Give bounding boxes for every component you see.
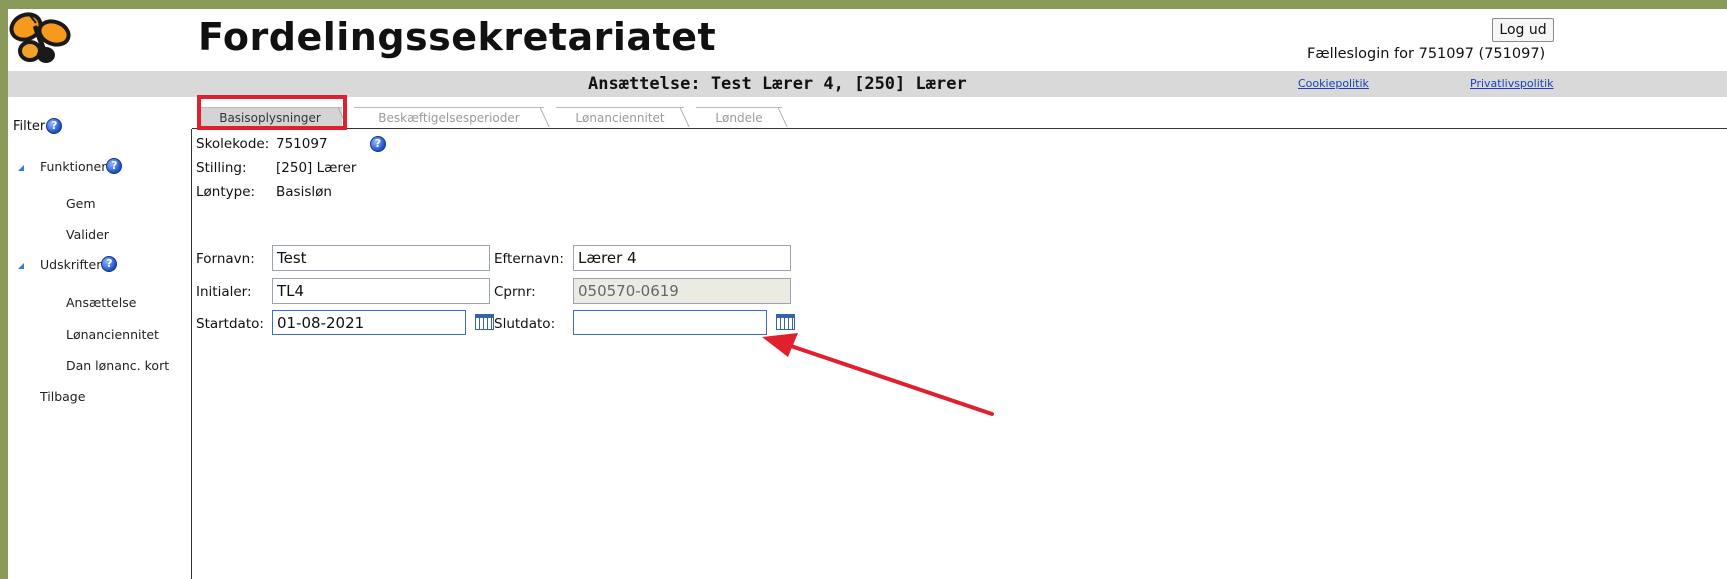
tab-underline [192,128,1727,129]
expand-triangle-icon[interactable] [18,263,24,269]
subheader-bar: Ansættelse: Test Lærer 4, [250] Lærer Co… [8,71,1727,97]
sidebar-section-udskrifter[interactable]: Udskrifter ? [40,256,118,272]
tab-bar: Basisoplysninger Beskæftigelsesperioder … [192,105,1727,137]
start-date-field[interactable]: 01-08-2021 [272,310,466,335]
logout-button[interactable]: Log ud [1492,18,1554,42]
sidebar-section-funktioner[interactable]: Funktioner ? [40,158,123,174]
end-date-label: Slutdato: [494,316,556,332]
filter-label: Filter [13,118,46,134]
sidebar-item-gem[interactable]: Gem [66,196,96,211]
position-value: [250] Lærer [276,160,357,176]
first-name-label: Fornavn: [196,251,255,267]
section-label: Udskrifter [40,256,102,272]
help-icon[interactable]: ? [106,158,123,174]
sidebar-item-ansaettelse[interactable]: Ansættelse [66,295,136,310]
sidebar-item-loenanciennitet[interactable]: Lønanciennitet [66,327,159,342]
employment-title: Ansættelse: Test Lærer 4, [250] Lærer [588,74,967,94]
school-code-label: Skolekode: [196,136,270,152]
help-icon[interactable]: ? [101,256,118,272]
sidebar-item-valider[interactable]: Valider [66,227,109,242]
sidebar-item-dan-loenanc-kort[interactable]: Dan lønanc. kort [66,358,169,373]
first-name-field[interactable]: Test [272,245,490,271]
initials-field[interactable]: TL4 [272,278,490,304]
butterfly-logo [9,12,71,63]
calendar-icon[interactable] [475,314,494,330]
privacy-policy-link[interactable]: Privatlivspolitik [1470,77,1554,90]
sidebar-item-tilbage[interactable]: Tilbage [40,389,85,404]
tab-loendele[interactable]: Løndele [696,107,782,127]
annotation-arrow [762,333,994,416]
expand-triangle-icon[interactable] [18,165,24,171]
header: Fordelingssekretariatet Log ud Fælleslog… [8,9,1727,69]
school-code-value: 751097 [276,136,328,152]
app-title: Fordelingssekretariatet [198,15,717,59]
last-name-field[interactable]: Lærer 4 [573,245,791,271]
sidebar: Filter ? Funktioner ? Gem Valider Udskri… [8,97,191,579]
pay-type-value: Basisløn [276,184,332,200]
login-info: Fælleslogin for 751097 (751097) [1307,46,1546,62]
cpr-field: 050570-0619 [573,278,791,304]
section-label: Funktioner [40,158,107,174]
filter-header[interactable]: Filter ? [13,118,63,134]
position-label: Stilling: [196,160,247,176]
tab-loenanciennitet[interactable]: Lønanciennitet [556,107,684,127]
tab-beskaeftigelsesperioder[interactable]: Beskæftigelsesperioder [354,107,544,127]
help-icon[interactable]: ? [46,118,63,134]
cookie-policy-link[interactable]: Cookiepolitik [1298,77,1369,90]
annotation-highlight-box [197,95,347,130]
application-window: Fordelingssekretariatet Log ud Fælleslog… [8,9,1727,579]
last-name-label: Efternavn: [494,251,564,267]
initials-label: Initialer: [196,284,252,300]
sidebar-divider [191,129,192,579]
pay-type-label: Løntype: [196,184,256,200]
calendar-icon[interactable] [776,314,795,330]
help-icon[interactable]: ? [370,136,386,152]
end-date-field[interactable] [573,310,767,335]
cpr-label: Cprnr: [494,284,536,300]
start-date-label: Startdato: [196,316,264,332]
